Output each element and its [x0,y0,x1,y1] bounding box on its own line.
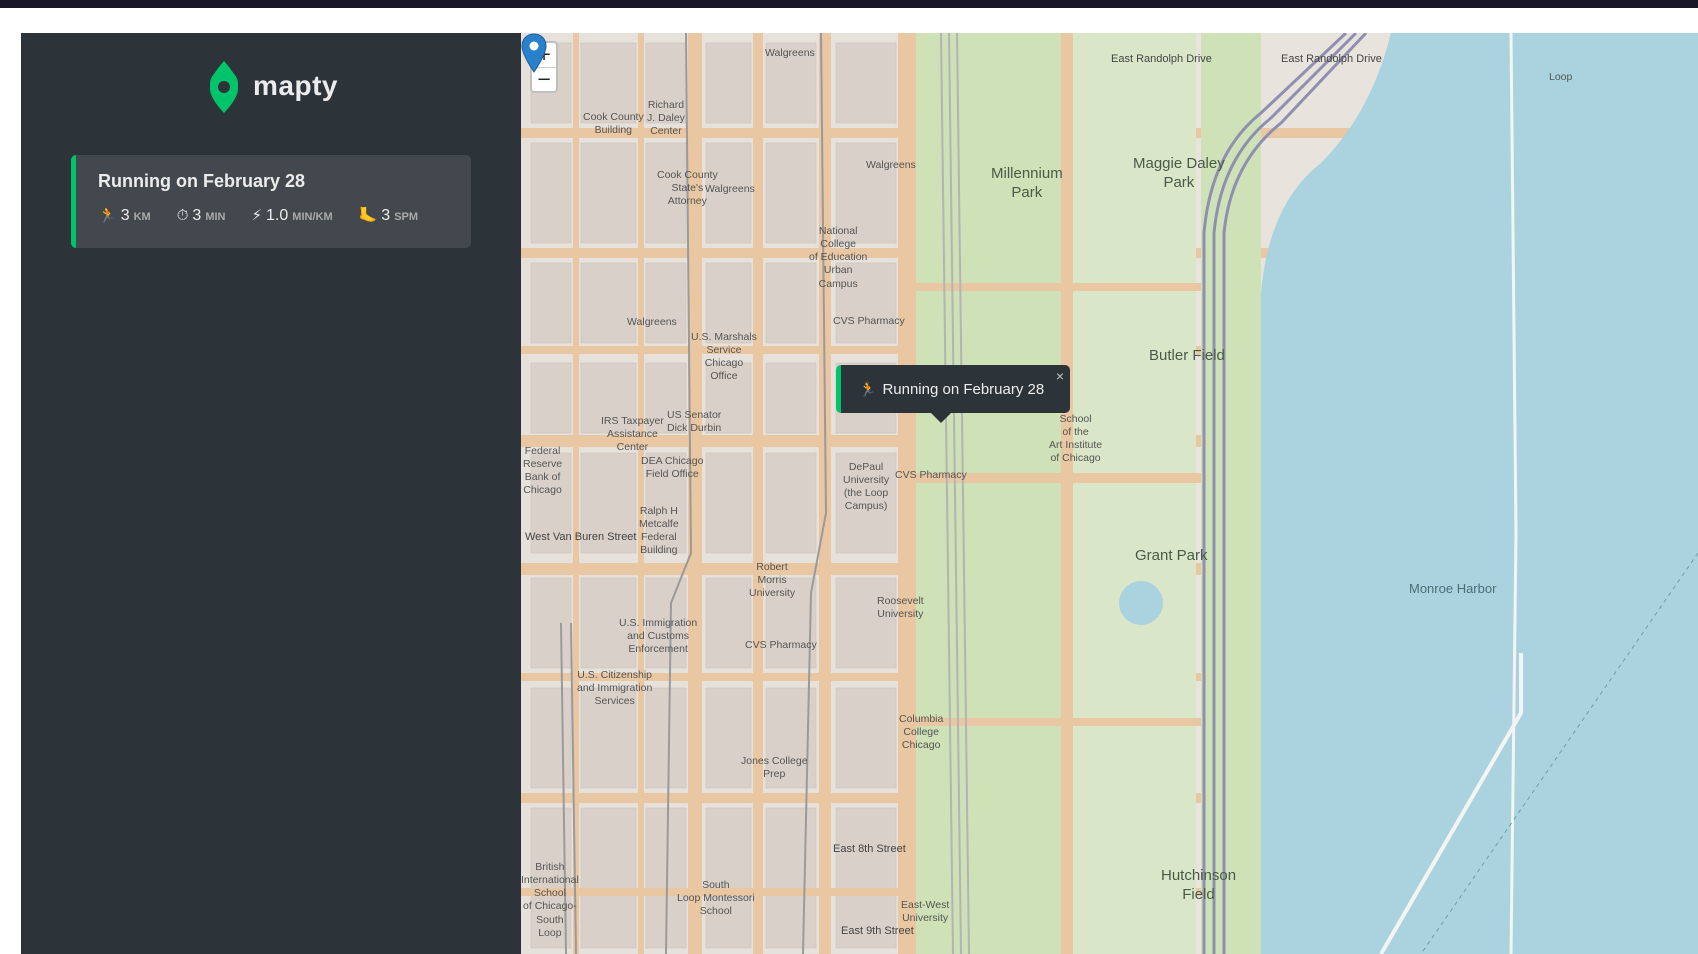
map-label: Butler Field [1149,347,1225,364]
map-label: Federal Reserve Bank of Chicago [523,445,563,497]
map-label: Millennium Park [991,165,1063,201]
workout-details: 🏃 3 km ⏱ 3 min ⚡ 1.0 min/km 🦶 3 spm [98,206,449,225]
map-label: Roosevelt University [877,595,924,621]
popup-tip [931,413,951,423]
workout-card-running[interactable]: Running on February 28 🏃 3 km ⏱ 3 min ⚡ … [71,155,471,248]
map-label: National College of Education Urban Camp… [809,225,868,290]
map-label: Robert Morris University [749,561,796,600]
workout-title: Running on February 28 [98,171,306,191]
duration-value: 3 [192,207,202,224]
runner-icon: 🏃 [98,207,117,224]
workout-detail-pace: ⚡ 1.0 min/km [251,206,332,225]
distance-value: 3 [120,207,130,224]
map-label: CVS Pharmacy [895,469,967,481]
map-label: Walgreens [627,316,677,328]
map-label: School of the Art Institute of Chicago [1049,413,1103,465]
stopwatch-icon: ⏱ [176,207,189,224]
popup-title: Running on February 28 [882,380,1045,398]
map-label: Walgreens [866,159,916,171]
map-label: West Van Buren Street [525,531,637,543]
map-label: Walgreens [765,47,815,59]
map[interactable]: Walgreens East Randolph Drive East Rando… [521,33,1698,954]
map-label: U.S. Immigration and Customs Enforcement [619,617,698,656]
top-bar [0,0,1698,8]
map-label: Maggie Daley Park [1133,155,1225,191]
map-label: South Loop Montessori School [677,879,755,918]
cadence-unit: spm [394,211,419,223]
map-label: Richard J. Daley Center [647,99,685,138]
map-label: East Randolph Drive [1111,53,1212,65]
map-label: U.S. Marshals Service Chicago Office [691,331,757,383]
map-label: IRS Taxpayer Assistance Center [601,415,664,454]
map-marker-icon[interactable] [521,33,547,73]
map-label: Hutchinson Field [1161,867,1237,903]
popup-close-button[interactable]: × [1056,368,1064,384]
pace-value: 1.0 [266,207,289,224]
map-pin-logo-icon [210,61,238,113]
map-label: Jones College Prep [741,755,808,781]
map-label: CVS Pharmacy [833,315,905,327]
workout-popup[interactable]: 🏃 Running on February 28 × [836,365,1070,413]
workout-detail-duration: ⏱ 3 min [177,207,226,225]
map-label: U.S. Citizenship and Immigration Service… [577,669,653,708]
workout-detail-cadence: 🦶 3 spm [359,206,418,225]
map-label: US Senator Dick Durbin [667,409,722,435]
map-label: East 9th Street [841,925,914,937]
footprint-icon: 🦶 [358,207,378,224]
runner-icon: 🏃 [859,380,877,397]
map-label: Columbia College Chicago [899,713,944,752]
map-label: Ralph H Metcalfe Federal Building [639,505,679,557]
map-label: Cook County Building [583,111,644,137]
cadence-value: 3 [381,207,391,224]
map-label: Monroe Harbor [1409,581,1497,596]
map-label: Loop [1549,71,1573,83]
map-label: East Randolph Drive [1281,53,1382,65]
map-label: British International School of Chicago-… [521,861,579,939]
sidebar: mapty Running on February 28 🏃 3 km ⏱ 3 … [21,33,521,954]
app-name: mapty [253,70,338,101]
duration-unit: min [205,211,226,223]
lightning-icon: ⚡ [251,207,263,224]
logo: mapty [207,59,338,113]
pace-unit: min/km [292,211,333,223]
map-label: Grant Park [1135,547,1208,564]
map-label: DEA Chicago Field Office [641,455,704,481]
map-label: East 8th Street [833,843,906,855]
distance-unit: km [133,211,151,223]
map-label: CVS Pharmacy [745,639,817,651]
workout-detail-distance: 🏃 3 km [98,206,151,225]
map-label: East-West University [901,899,950,925]
map-label: Walgreens [705,183,755,195]
map-label: DePaul University (the Loop Campus) [843,461,890,513]
